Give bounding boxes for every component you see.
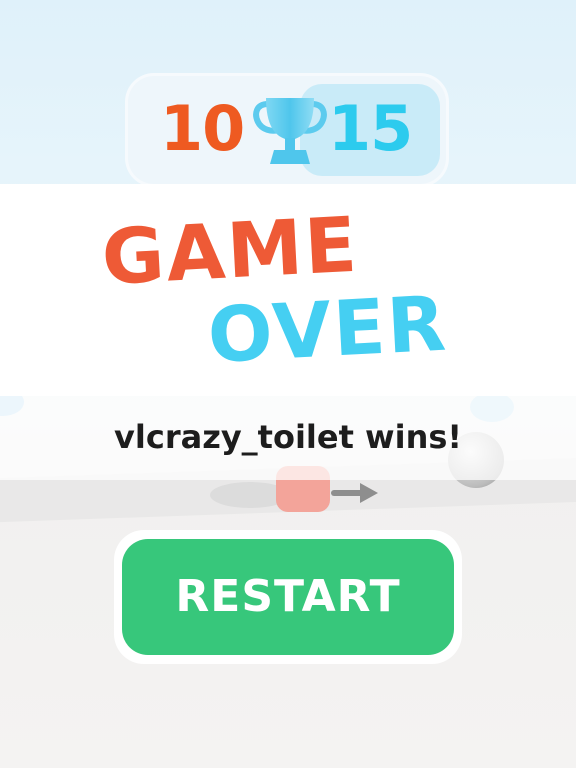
game-over-title-over: OVER (205, 278, 450, 380)
right-score: 15 (328, 92, 413, 165)
game-over-screen: 10 15 GAME OVER vlcrazy_toilet wins! RES… (0, 0, 576, 768)
restart-button[interactable]: RESTART (122, 539, 454, 655)
trophy-icon (253, 98, 327, 164)
winner-message: vlcrazy_toilet wins! (114, 418, 462, 456)
game-over-title-game: GAME (99, 199, 361, 302)
left-score: 10 (160, 92, 245, 165)
arrow-right-icon (331, 483, 378, 503)
